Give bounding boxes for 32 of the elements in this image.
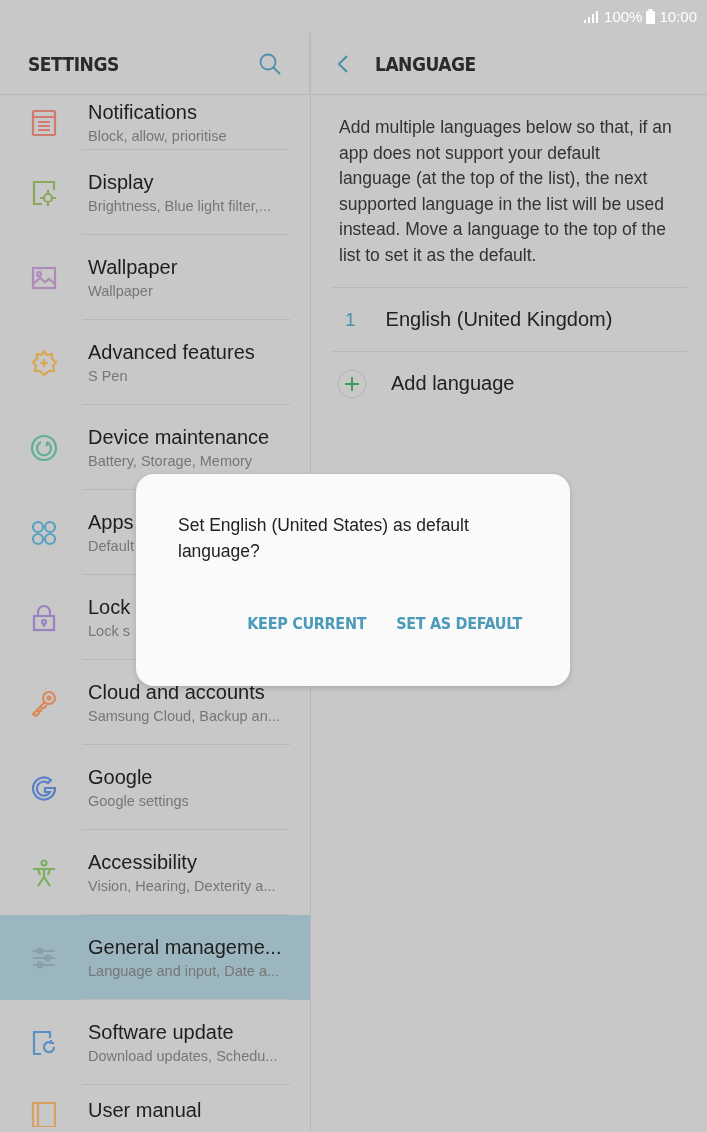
add-language-label: Add language: [391, 372, 515, 395]
dialog-message: Set English (United States) as default language?: [178, 514, 470, 563]
item-title: Software update: [88, 1021, 235, 1044]
language-name: English (United Kingdom): [385, 308, 613, 331]
item-title: Device maintenance: [88, 426, 270, 449]
item-subtitle: S Pen: [88, 368, 129, 384]
item-title: Accessibility: [88, 851, 198, 874]
language-title: LANGUAGE: [375, 52, 476, 75]
item-subtitle: Samsung Cloud, Backup an...: [88, 708, 280, 724]
item-subtitle: Block, allow, prioritise: [88, 128, 227, 144]
item-title: Notifications: [88, 101, 198, 124]
item-subtitle: Brightness, Blue light filter,...: [88, 198, 271, 214]
item-title: Cloud and accounts: [88, 681, 266, 704]
item-subtitle: Default: [88, 538, 134, 554]
item-title: General manageme...: [88, 936, 282, 959]
item-title: Lock: [88, 596, 131, 619]
item-subtitle: Download updates, Schedu...: [88, 1048, 278, 1064]
item-title: Google: [88, 766, 154, 789]
item-title: User manual: [88, 1099, 202, 1122]
item-title: Apps: [88, 511, 134, 534]
language-number: 1: [345, 308, 356, 331]
description-text: Add multiple languages below so that, if an app does not support your default language (at the top of the list), the next supported language in the list will be used instead. Move a language to the top of the list to set it as the default.: [339, 116, 673, 267]
item-title: Wallpaper: [88, 256, 178, 279]
item-subtitle: Google settings: [88, 793, 189, 809]
item-subtitle: Lock s: [88, 623, 131, 639]
item-title: Advanced features: [88, 341, 255, 364]
item-title: Display: [88, 171, 155, 194]
item-subtitle: Battery, Storage, Memory: [88, 453, 254, 469]
item-subtitle: Language and input, Date a...: [88, 963, 281, 979]
item-subtitle: Vision, Hearing, Dexterity a...: [88, 878, 276, 894]
item-subtitle: Wallpaper: [88, 283, 154, 299]
settings-title: SETTINGS: [28, 52, 119, 75]
